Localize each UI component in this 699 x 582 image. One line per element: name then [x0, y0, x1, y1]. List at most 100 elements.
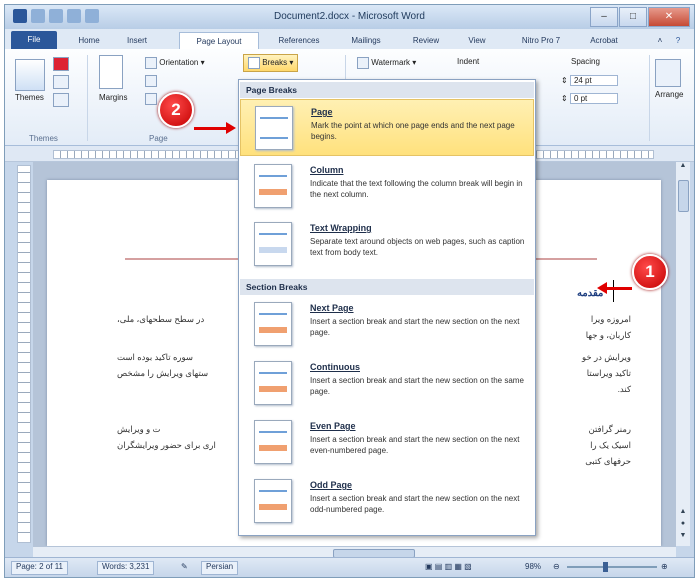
zoom-in-icon[interactable]: ⊕ [661, 562, 668, 571]
help-icon[interactable]: ? [671, 32, 685, 49]
break-item-desc: Separate text around objects on web page… [310, 237, 525, 257]
doc-line: اسیک یک را [590, 440, 631, 450]
doc-line: امروزه ویرا [590, 314, 631, 324]
doc-line: حرفهای کتبی [585, 456, 631, 466]
break-item-desc: Mark the point at which one page ends an… [311, 121, 515, 141]
doc-line: کاربان، و جها [585, 330, 631, 340]
language-indicator[interactable]: Persian [201, 561, 239, 575]
size-icon [145, 75, 157, 87]
view-buttons[interactable]: ▣ ▤ ▥ ▦ ▧ [425, 562, 472, 571]
page-count[interactable]: Page: 2 of 11 [11, 561, 68, 575]
spacing-label: Spacing [571, 57, 600, 66]
breaks-dropdown: Page Breaks Page Mark the point at which… [238, 79, 536, 536]
break-item-title: Odd Page [310, 480, 353, 490]
break-item-title: Next Page [310, 303, 354, 313]
breaks-label: Breaks [262, 58, 288, 68]
odd-page-break-icon [254, 479, 292, 523]
break-item-title: Even Page [310, 421, 356, 431]
callout-arrow-2 [194, 127, 228, 130]
next-page-break-icon [254, 302, 292, 346]
tab-mailings[interactable]: Mailings [339, 32, 393, 49]
doc-line: تاکید ویراستا [586, 368, 631, 378]
tab-nitro-pro[interactable]: Nitro Pro 7 [511, 32, 571, 49]
tab-acrobat[interactable]: Acrobat [579, 32, 629, 49]
break-continuous-item[interactable]: Continuous Insert a section break and st… [240, 355, 534, 412]
break-next-page-item[interactable]: Next Page Insert a section break and sta… [240, 296, 534, 353]
doc-line: رمنر گرافتن [588, 424, 631, 434]
zoom-slider-thumb[interactable] [603, 562, 608, 572]
zoom-level[interactable]: 98% [525, 562, 541, 571]
tab-references[interactable]: References [267, 32, 331, 49]
scroll-up-icon[interactable]: ▲ [676, 162, 690, 174]
callout-arrow-1 [606, 287, 632, 290]
tab-file[interactable]: File [11, 31, 57, 49]
margins-icon [99, 55, 123, 89]
columns-button[interactable] [145, 93, 157, 105]
callout-badge-2: 2 [158, 92, 194, 128]
doc-line: سوره تاکید بوده است [117, 352, 194, 362]
vertical-scrollbar[interactable]: ▲ ▲ ● ▼ [675, 162, 690, 546]
minimize-ribbon-icon[interactable]: ˄ [653, 32, 667, 49]
break-even-page-item[interactable]: Even Page Insert a section break and sta… [240, 414, 534, 471]
themes-group-label: Themes [29, 134, 58, 143]
tab-review[interactable]: Review [403, 32, 449, 49]
status-bar: Page: 2 of 11 Words: 3,231 ✎ Persian ▣ ▤… [5, 557, 694, 577]
watermark-label: Watermark [371, 58, 411, 68]
ribbon-tabs: File Home Insert Page Layout References … [5, 29, 694, 50]
continuous-break-icon [254, 361, 292, 405]
breaks-button[interactable]: Breaks ▾ [243, 54, 299, 72]
break-odd-page-item[interactable]: Odd Page Insert a section break and star… [240, 473, 534, 530]
watermark-button[interactable]: Watermark ▾ [357, 57, 416, 69]
themes-button[interactable]: Themes [15, 59, 45, 102]
spacing-before-spinner[interactable]: ⇕ 24 pt [561, 75, 618, 86]
tab-page-layout[interactable]: Page Layout [179, 32, 259, 50]
themes-label: Themes [15, 93, 44, 102]
break-item-desc: Insert a section break and start the new… [310, 435, 520, 455]
break-item-title: Continuous [310, 362, 360, 372]
break-item-title: Page [311, 107, 333, 117]
next-page-icon[interactable]: ▼ [676, 532, 690, 544]
doc-line: اری برای حضور ویرایشگران [117, 440, 216, 450]
tab-home[interactable]: Home [65, 32, 113, 49]
tab-insert[interactable]: Insert [115, 32, 159, 49]
page-setup-group-label: Page [149, 134, 168, 143]
arrange-button[interactable]: Arrange [655, 59, 683, 99]
doc-line: کند. [617, 384, 631, 394]
word-count[interactable]: Words: 3,231 [97, 561, 155, 575]
size-button[interactable] [145, 75, 157, 87]
break-item-title: Column [310, 165, 344, 175]
watermark-icon [357, 57, 369, 69]
callout-badge-1: 1 [632, 254, 668, 290]
scroll-thumb[interactable] [678, 180, 689, 212]
vertical-ruler[interactable] [17, 165, 31, 543]
orientation-icon [145, 57, 157, 69]
minimize-button[interactable]: – [590, 7, 618, 27]
proofing-icon[interactable]: ✎ [181, 562, 188, 571]
title-bar: Document2.docx - Microsoft Word – □ ✕ [5, 5, 694, 29]
spacing-after-spinner[interactable]: ⇕ 0 pt [561, 93, 618, 104]
theme-effects-button[interactable] [53, 93, 69, 107]
browse-object-icon[interactable]: ● [676, 520, 690, 532]
close-button[interactable]: ✕ [648, 7, 690, 27]
break-text-wrapping-item[interactable]: Text Wrapping Separate text around objec… [240, 216, 534, 273]
spacing-after-icon: ⇕ [561, 94, 568, 103]
doc-line: در سطح سطحهای، ملی، [117, 314, 205, 324]
even-page-break-icon [254, 420, 292, 464]
spacing-after-value[interactable]: 0 pt [569, 93, 618, 104]
margins-button[interactable]: Margins [99, 55, 127, 102]
previous-page-icon[interactable]: ▲ [676, 508, 690, 520]
break-page-item[interactable]: Page Mark the point at which one page en… [240, 99, 534, 156]
maximize-button[interactable]: □ [619, 7, 647, 27]
theme-colors-icon [53, 57, 69, 71]
tab-view[interactable]: View [457, 32, 497, 49]
orientation-label: Orientation [159, 58, 199, 68]
page-break-icon [255, 106, 293, 150]
theme-colors-button[interactable] [53, 57, 69, 71]
break-column-item[interactable]: Column Indicate that the text following … [240, 158, 534, 215]
spacing-before-value[interactable]: 24 pt [569, 75, 618, 86]
orientation-button[interactable]: Orientation ▾ [145, 57, 205, 69]
text-wrapping-break-icon [254, 222, 292, 266]
zoom-slider[interactable] [567, 566, 657, 568]
theme-fonts-button[interactable] [53, 75, 69, 89]
zoom-out-icon[interactable]: ⊖ [553, 562, 560, 571]
